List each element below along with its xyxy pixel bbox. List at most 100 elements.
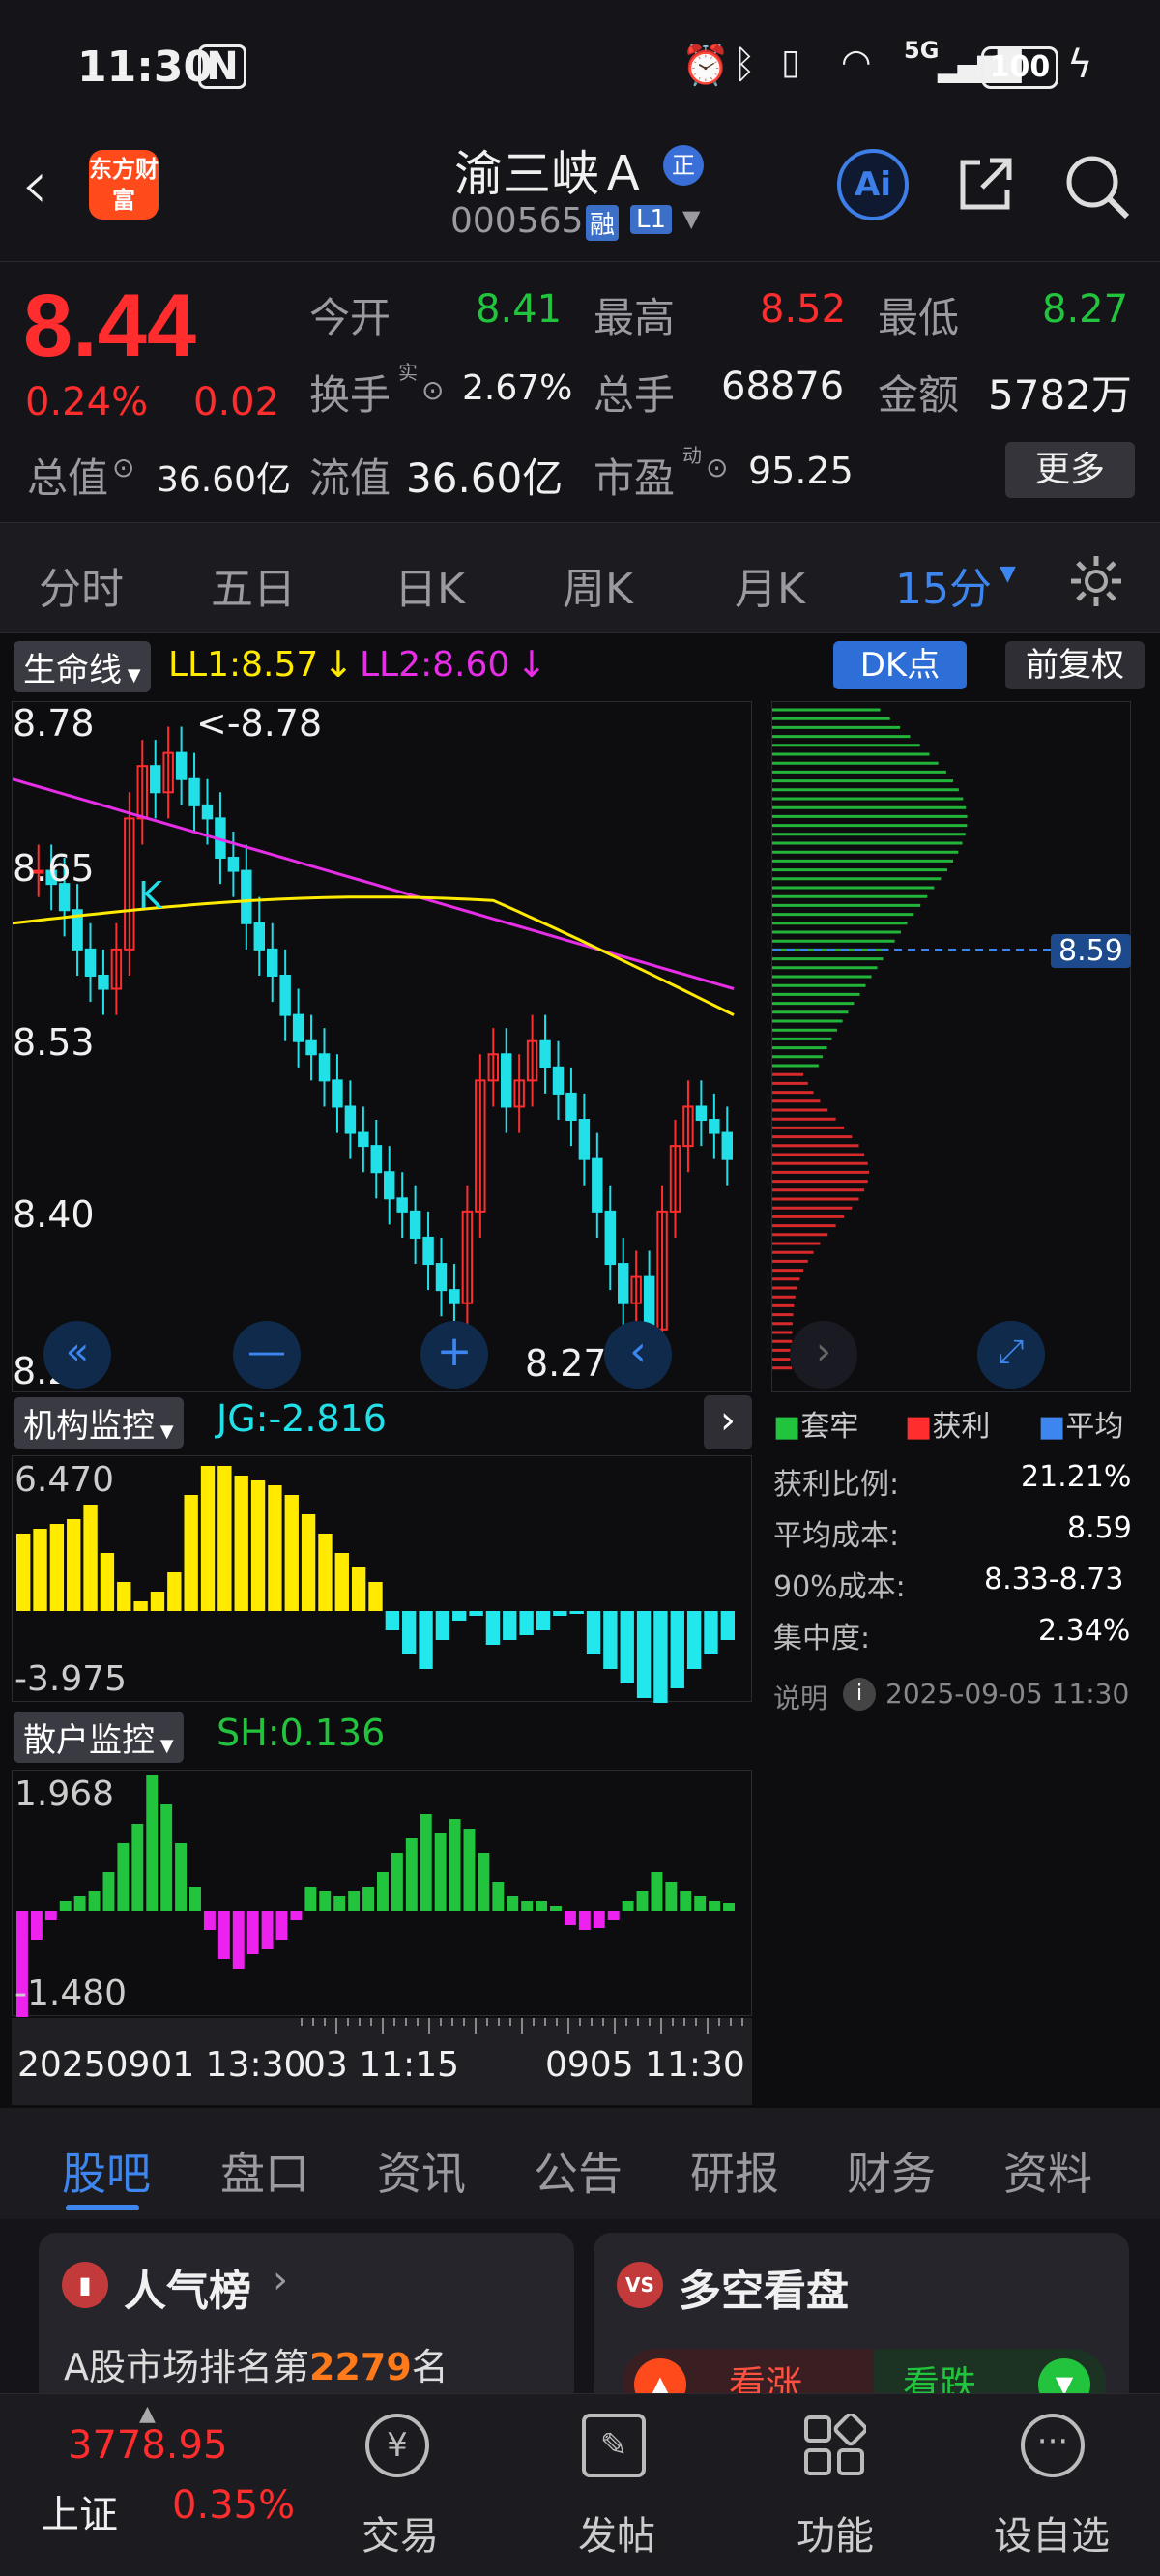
y-label-3: 8.53 <box>13 1021 95 1064</box>
jg-bar <box>553 1611 567 1616</box>
tab-research[interactable]: 研报 <box>690 2139 779 2203</box>
dk-point-button[interactable]: DK点 <box>833 641 967 689</box>
jg-bar <box>301 1514 316 1611</box>
sh-bar <box>290 1911 303 1920</box>
sh-bar <box>146 1775 159 1911</box>
nav-trade[interactable]: ¥ 交易 <box>360 2414 439 2568</box>
current-price: 8.44 <box>23 277 197 375</box>
sh-bar <box>478 1853 490 1911</box>
tab-announcement[interactable]: 公告 <box>534 2139 623 2203</box>
tab-monthly-k[interactable]: 月K <box>735 554 805 616</box>
sh-indicator-selector[interactable]: 散户监控 ▼ <box>14 1712 184 1763</box>
gear-icon[interactable] <box>1067 552 1125 610</box>
ll1-arrow: ↓ <box>323 643 354 686</box>
expand-icon[interactable]: ⤢ <box>977 1321 1045 1389</box>
nav-label: 发帖 <box>578 2514 655 2559</box>
share-icon[interactable] <box>955 155 1015 215</box>
open-value: 8.41 <box>476 287 563 332</box>
popularity-card[interactable]: ▮ 人气榜 › A股市场排名第2279名 <box>39 2233 574 2407</box>
search-icon[interactable] <box>1063 153 1131 220</box>
sh-bar <box>564 1911 576 1925</box>
nav-functions[interactable]: 功能 <box>795 2412 874 2568</box>
tab-intraday[interactable]: 分时 <box>39 554 124 616</box>
jg-top-label: 6.470 <box>14 1460 115 1500</box>
jg-bar <box>586 1611 601 1654</box>
high-label: 最高 <box>594 294 676 341</box>
sh-bar <box>420 1814 432 1911</box>
jg-bar <box>200 1466 216 1611</box>
candle-body <box>344 1105 357 1134</box>
chevron-down-icon[interactable]: ▼ <box>682 205 700 232</box>
tab-five-day[interactable]: 五日 <box>211 554 296 616</box>
margin-badge: 融 <box>586 205 620 241</box>
x-label-left: 20250901 13:30 <box>17 2045 306 2085</box>
turnover-label: 换手 <box>309 371 392 419</box>
candlestick-panel[interactable]: 8.78 8.65 8.53 8.40 8.27 <-8.78 8.27-> K… <box>12 701 752 1392</box>
candle-body <box>435 1263 448 1292</box>
sh-bar <box>694 1896 707 1911</box>
sh-bar <box>463 1829 476 1911</box>
candle-body <box>396 1197 408 1213</box>
chevron-down-icon[interactable]: ▼ <box>1000 562 1016 586</box>
nav-add-watchlist[interactable]: ··· 设自选 <box>994 2414 1129 2568</box>
jg-indicator-selector[interactable]: 机构监控 ▼ <box>14 1397 184 1449</box>
jg-bar <box>704 1611 718 1654</box>
chip-distribution-panel[interactable]: 8.59 › ⤢ <box>771 701 1131 1392</box>
back-icon[interactable]: ‹ <box>21 145 48 224</box>
level-badge: L1 <box>630 205 673 234</box>
sh-bar <box>449 1819 461 1911</box>
nav-post[interactable]: ✎ 发帖 <box>576 2414 655 2568</box>
jg-bar <box>167 1572 182 1611</box>
candle-body <box>539 1039 551 1068</box>
tab-15min[interactable]: 15分 <box>895 554 992 616</box>
info-icon[interactable]: ⊙ <box>112 452 134 483</box>
sh-bar <box>189 1887 201 1911</box>
chevron-right-icon[interactable]: › <box>704 1395 752 1449</box>
grid-icon <box>802 2412 868 2477</box>
info-icon[interactable]: i <box>843 1678 876 1711</box>
ai-button[interactable]: Ai <box>837 149 909 220</box>
index-value[interactable]: 3778.95 <box>68 2423 227 2468</box>
candle-body <box>241 869 252 924</box>
tab-news[interactable]: 资讯 <box>377 2139 466 2203</box>
tab-guba[interactable]: 股吧 <box>62 2139 151 2203</box>
sh-bar <box>492 1882 505 1911</box>
scroll-left-button[interactable]: « <box>44 1321 111 1389</box>
tab-finance[interactable]: 财务 <box>847 2139 936 2203</box>
candle-body <box>279 974 291 1016</box>
candle-body <box>267 948 278 977</box>
sh-panel[interactable]: 1.968 -1.480 <box>12 1770 752 2017</box>
more-dots-icon: ··· <box>1021 2414 1085 2477</box>
longshort-title: 多空看盘 <box>679 2267 849 2316</box>
scroll-back-button[interactable]: ‹ <box>604 1321 672 1389</box>
more-button[interactable]: 更多 <box>1005 442 1135 498</box>
jg-panel[interactable]: 6.470 -3.975 <box>12 1455 752 1703</box>
sh-top-label: 1.968 <box>14 1774 115 1814</box>
adjust-button[interactable]: 前复权 <box>1005 641 1145 689</box>
index-name[interactable]: 上证 <box>41 2483 118 2539</box>
info-icon[interactable]: ⊙ <box>421 374 444 406</box>
candlestick-svg <box>12 726 735 1356</box>
indicator-selector[interactable]: 生命线 ▼ <box>14 641 151 692</box>
zoom-out-button[interactable]: — <box>233 1321 301 1389</box>
pe-label: 市盈 <box>594 454 676 502</box>
jg-bar <box>503 1611 517 1640</box>
jg-bar <box>268 1485 282 1611</box>
tab-pankou[interactable]: 盘口 <box>220 2139 309 2203</box>
tab-profile[interactable]: 资料 <box>1003 2139 1092 2203</box>
chip-value: 2.34% <box>1038 1614 1131 1648</box>
logo[interactable]: 东方财富 <box>89 150 159 220</box>
open-label: 今开 <box>309 294 392 341</box>
zoom-in-button[interactable]: + <box>420 1321 488 1389</box>
sh-bar <box>709 1901 721 1911</box>
tab-daily-k[interactable]: 日K <box>394 554 465 616</box>
longshort-card[interactable]: VS 多空看盘 ▲ 看涨 看跌 ▼ <box>594 2233 1129 2416</box>
sh-bar <box>377 1872 389 1911</box>
chip-arrow-button[interactable]: › <box>790 1321 857 1389</box>
tab-weekly-k[interactable]: 周K <box>563 554 633 616</box>
verified-badge: 正 <box>663 145 704 186</box>
note-label[interactable]: 说明 <box>773 1678 827 1716</box>
candle-body <box>358 1131 369 1148</box>
ll1-value: LL1:8.57 <box>168 645 319 685</box>
info-icon[interactable]: ⊙ <box>706 452 728 483</box>
